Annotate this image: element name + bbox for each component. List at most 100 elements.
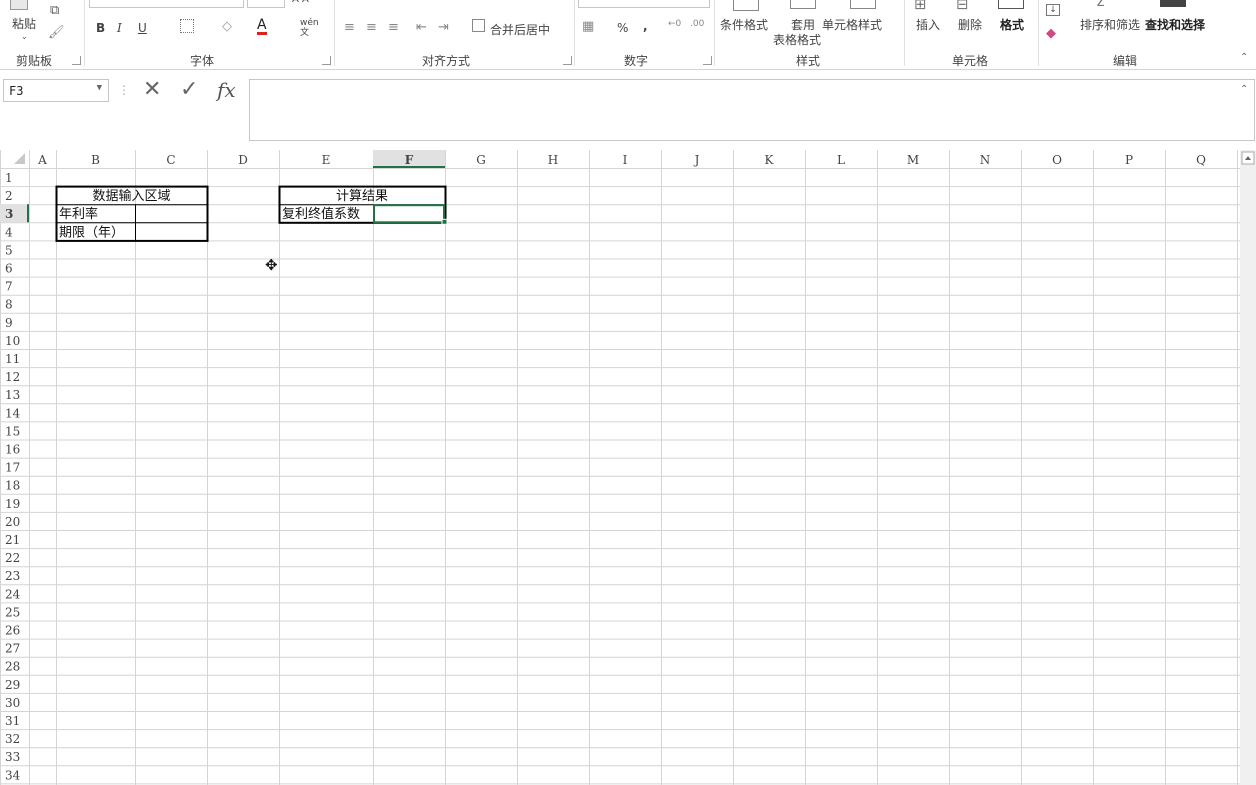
- row-header-14[interactable]: 14: [5, 406, 21, 420]
- clear-icon[interactable]: ◆: [1046, 26, 1056, 41]
- align-left-icon[interactable]: ≡: [344, 20, 355, 35]
- italic-button[interactable]: I: [117, 21, 122, 35]
- row-header-28[interactable]: 28: [5, 660, 20, 674]
- row-header-26[interactable]: 26: [5, 624, 20, 638]
- row-header-23[interactable]: 23: [5, 569, 20, 583]
- number-launcher-icon[interactable]: [703, 56, 712, 65]
- row-header-27[interactable]: 27: [5, 642, 20, 656]
- formula-input[interactable]: [249, 79, 1255, 141]
- cancel-icon[interactable]: ✕: [143, 78, 161, 102]
- autosum-icon[interactable]: Σ: [1096, 0, 1105, 10]
- select-all-button[interactable]: [14, 153, 25, 164]
- collapse-ribbon-icon[interactable]: ⌃: [1240, 52, 1248, 63]
- column-header-J[interactable]: J: [693, 153, 700, 167]
- row-header-8[interactable]: 8: [5, 298, 13, 312]
- align-right-icon[interactable]: ≡: [388, 20, 399, 35]
- column-header-M[interactable]: M: [907, 153, 919, 167]
- accounting-icon[interactable]: ▦: [582, 19, 594, 34]
- row-header-24[interactable]: 24: [5, 587, 21, 601]
- clipboard-launcher-icon[interactable]: [72, 56, 81, 65]
- border-icon[interactable]: [180, 19, 194, 33]
- row-header-6[interactable]: 6: [5, 262, 13, 276]
- copy-icon[interactable]: ⧉: [50, 3, 59, 18]
- row-header-33[interactable]: 33: [5, 750, 20, 764]
- paste-dropdown-icon[interactable]: ⌄: [21, 32, 28, 41]
- row-header-30[interactable]: 30: [5, 696, 20, 710]
- font-launcher-icon[interactable]: [322, 56, 331, 65]
- sort-filter-button[interactable]: 排序和筛选: [1080, 16, 1140, 33]
- align-center-icon[interactable]: ≡: [366, 20, 377, 35]
- row-header-9[interactable]: 9: [5, 316, 13, 330]
- column-header-L[interactable]: L: [837, 153, 845, 167]
- font-name-input[interactable]: [89, 0, 244, 8]
- font-size-input[interactable]: [247, 0, 285, 8]
- fill-icon[interactable]: ↓: [1046, 4, 1060, 16]
- row-header-15[interactable]: 15: [5, 424, 20, 438]
- bold-button[interactable]: B: [96, 21, 105, 35]
- font-size-change-icon[interactable]: A A: [292, 0, 309, 5]
- active-cell-selection[interactable]: [373, 204, 445, 224]
- row-header-12[interactable]: 12: [5, 370, 20, 384]
- column-header-A[interactable]: A: [37, 153, 47, 167]
- increase-indent-icon[interactable]: ⇥: [438, 20, 449, 35]
- row-header-4[interactable]: 4: [5, 225, 13, 239]
- row-header-29[interactable]: 29: [5, 678, 20, 692]
- cell-styles-button[interactable]: 单元格样式: [822, 16, 882, 33]
- column-header-E[interactable]: E: [322, 153, 331, 167]
- row-header-25[interactable]: 25: [5, 605, 20, 619]
- cell-B4[interactable]: 期限（年）: [59, 225, 124, 240]
- find-select-button[interactable]: 查找和选择: [1145, 16, 1205, 33]
- row-header-1[interactable]: 1: [5, 171, 13, 185]
- insert-cells-button[interactable]: 插入: [916, 16, 940, 33]
- font-color-button[interactable]: A: [257, 18, 267, 35]
- row-header-18[interactable]: 18: [5, 479, 20, 493]
- cell-E2[interactable]: 计算结果: [336, 189, 388, 204]
- increase-decimal-icon[interactable]: ←0: [668, 19, 681, 29]
- row-header-16[interactable]: 16: [5, 443, 20, 457]
- underline-button[interactable]: U: [138, 21, 147, 35]
- decrease-indent-icon[interactable]: ⇤: [416, 20, 427, 35]
- name-box[interactable]: F3 ▼: [3, 79, 109, 102]
- merge-center-button[interactable]: 合并后居中: [490, 21, 550, 38]
- column-header-C[interactable]: C: [166, 153, 175, 167]
- row-header-17[interactable]: 17: [5, 461, 20, 475]
- column-header-Q[interactable]: Q: [1196, 153, 1206, 167]
- collapse-formula-bar-icon[interactable]: ⌃: [1240, 84, 1248, 95]
- row-header-22[interactable]: 22: [5, 551, 20, 565]
- row-header-32[interactable]: 32: [5, 732, 20, 746]
- fill-handle[interactable]: [441, 218, 448, 225]
- fill-color-icon[interactable]: ◇: [222, 19, 232, 34]
- format-cells-button[interactable]: 格式: [1000, 16, 1024, 33]
- row-header-19[interactable]: 19: [5, 497, 20, 511]
- conditional-format-button[interactable]: 条件格式: [720, 16, 768, 33]
- row-header-10[interactable]: 10: [5, 334, 20, 348]
- column-header-K[interactable]: K: [765, 153, 775, 167]
- number-format-select[interactable]: [578, 0, 710, 8]
- row-header-21[interactable]: 21: [5, 533, 20, 547]
- row-header-5[interactable]: 5: [5, 243, 13, 257]
- column-header-I[interactable]: I: [623, 153, 628, 167]
- column-header-G[interactable]: G: [476, 153, 486, 167]
- vertical-scrollbar[interactable]: [1240, 150, 1256, 785]
- cell-E3[interactable]: 复利终值系数: [282, 206, 360, 222]
- format-as-table-label-2[interactable]: 表格格式: [773, 31, 821, 48]
- paste-icon[interactable]: [10, 0, 28, 10]
- row-header-3[interactable]: 3: [5, 207, 13, 221]
- cell-B3[interactable]: 年利率: [59, 206, 98, 222]
- row-header-7[interactable]: 7: [5, 280, 13, 294]
- name-box-dropdown-icon[interactable]: ▼: [97, 83, 102, 93]
- cell-B2[interactable]: 数据输入区域: [92, 188, 170, 204]
- column-header-O[interactable]: O: [1052, 153, 1062, 167]
- decrease-decimal-icon[interactable]: .00: [690, 19, 704, 29]
- row-header-11[interactable]: 11: [5, 352, 20, 366]
- paste-button[interactable]: 粘贴: [12, 15, 36, 32]
- row-header-34[interactable]: 34: [5, 768, 21, 782]
- format-painter-icon[interactable]: 🖌: [48, 25, 65, 40]
- row-header-20[interactable]: 20: [5, 515, 20, 529]
- column-header-H[interactable]: H: [548, 153, 558, 167]
- phonetic-icon[interactable]: wén文: [300, 18, 319, 38]
- alignment-launcher-icon[interactable]: [563, 56, 572, 65]
- row-header-2[interactable]: 2: [5, 189, 13, 203]
- comma-button[interactable]: ,: [643, 19, 648, 33]
- insert-function-button[interactable]: fx: [217, 78, 236, 102]
